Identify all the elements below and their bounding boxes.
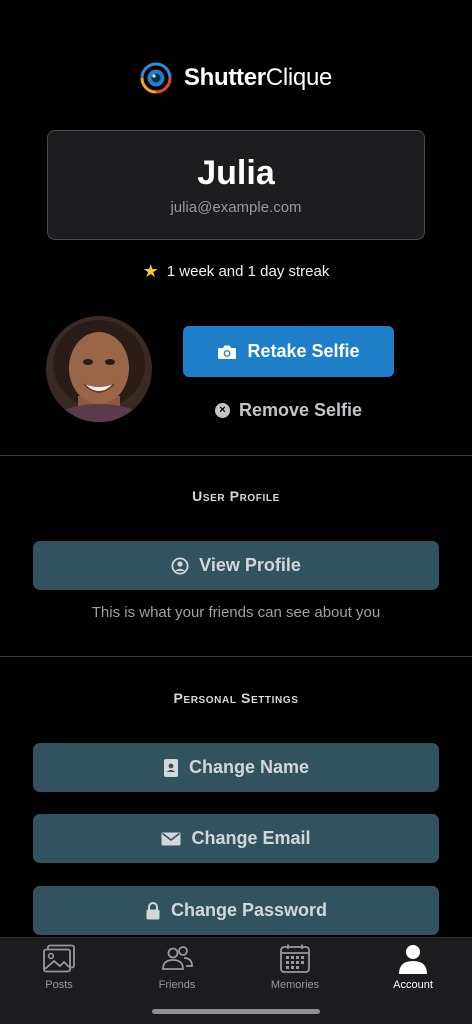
tab-friends-label: Friends: [158, 979, 196, 991]
tab-memories-label: Memories: [270, 979, 320, 991]
tab-posts-label: Posts: [45, 979, 73, 991]
brand-name: ShutterClique: [183, 64, 333, 91]
tab-friends[interactable]: Friends: [132, 944, 222, 991]
profile-helper-text: This is what your friends can see about …: [91, 604, 381, 621]
change-name-button[interactable]: Change Name: [33, 743, 439, 792]
envelope-icon: [161, 832, 181, 845]
tab-posts[interactable]: Posts: [14, 944, 104, 991]
close-circle-icon: ×: [214, 402, 230, 418]
camera-aperture-icon: [140, 62, 172, 94]
streak-row: ★ 1 week and 1 day streak: [0, 262, 472, 280]
change-password-button[interactable]: Change Password: [33, 886, 439, 935]
star-icon: ★: [142, 261, 159, 281]
user-name: Julia: [197, 154, 275, 192]
view-profile-button[interactable]: View Profile: [33, 541, 439, 590]
tab-account-label: Account: [393, 979, 433, 991]
user-card: Julia julia@example.com: [47, 130, 425, 240]
home-indicator: [152, 1009, 320, 1014]
section-title-personal-settings: Personal Settings: [173, 690, 299, 706]
user-email: julia@example.com: [170, 199, 302, 216]
tab-memories[interactable]: Memories: [250, 944, 340, 991]
remove-selfie-button[interactable]: × Remove Selfie: [183, 396, 394, 424]
change-name-label: Change Name: [188, 757, 310, 777]
photo-icon: [43, 944, 75, 973]
view-profile-label: View Profile: [199, 555, 301, 575]
divider: [0, 455, 472, 456]
streak-text: 1 week and 1 day streak: [166, 262, 330, 280]
lock-icon: [146, 901, 160, 919]
section-title-user-profile: User Profile: [192, 488, 280, 504]
change-email-label: Change Email: [191, 828, 311, 848]
people-icon: [162, 946, 193, 970]
person-icon: [399, 945, 427, 974]
divider: [0, 656, 472, 657]
selfie-avatar: [46, 316, 152, 422]
remove-selfie-label: Remove Selfie: [238, 399, 363, 420]
change-email-button[interactable]: Change Email: [33, 814, 439, 863]
person-circle-icon: [171, 557, 189, 574]
app-logo: ShutterClique: [0, 62, 472, 94]
change-password-label: Change Password: [170, 900, 328, 920]
id-card-icon: [163, 758, 178, 777]
camera-icon: [218, 345, 237, 359]
retake-selfie-button[interactable]: Retake Selfie: [183, 326, 394, 377]
retake-selfie-label: Retake Selfie: [247, 341, 360, 361]
calendar-icon: [280, 944, 310, 973]
tab-account[interactable]: Account: [368, 944, 458, 991]
